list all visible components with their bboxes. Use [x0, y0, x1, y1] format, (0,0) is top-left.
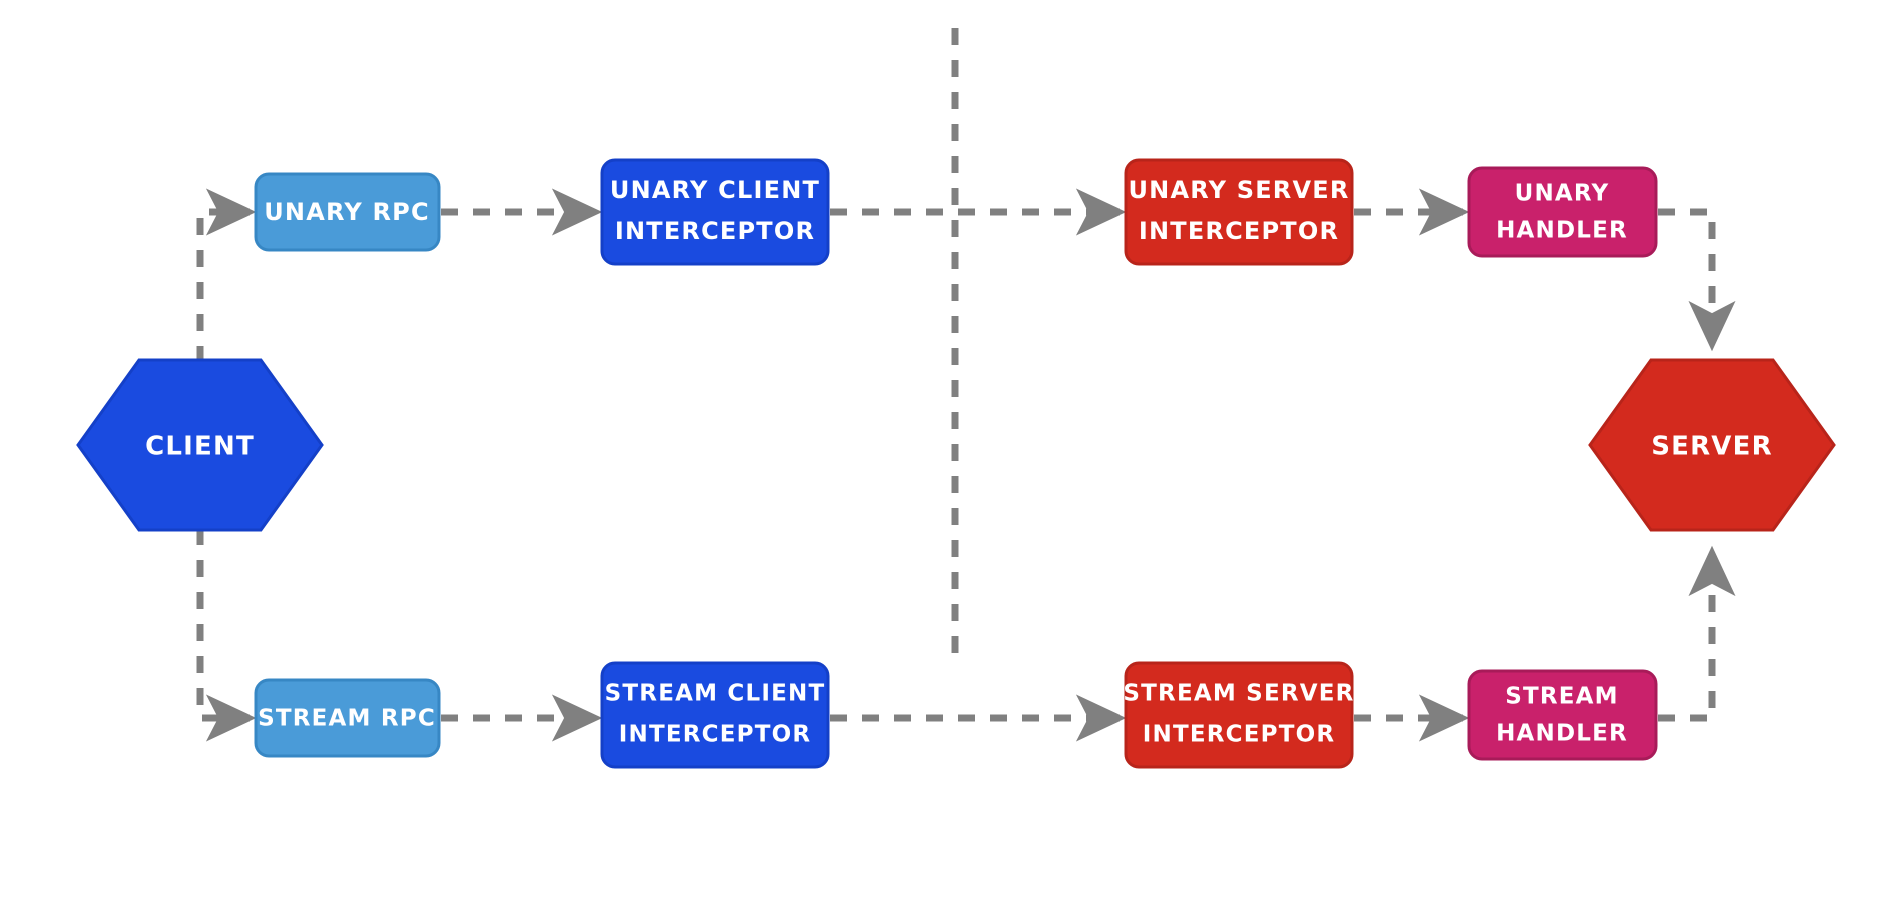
unary-handler-label-line2: HANDLER: [1496, 218, 1628, 244]
unary-client-interceptor-label-line1: UNARY CLIENT: [610, 176, 820, 204]
server-label: SERVER: [1651, 432, 1773, 462]
node-stream-rpc[interactable]: STREAM RPC: [254, 678, 441, 758]
node-stream-server-interceptor[interactable]: STREAM SERVER INTERCEPTOR: [1123, 661, 1354, 769]
stream-handler-label-line1: STREAM: [1505, 684, 1619, 710]
node-stream-client-interceptor[interactable]: STREAM CLIENT INTERCEPTOR: [600, 661, 830, 769]
unary-client-interceptor-label-line2: INTERCEPTOR: [615, 217, 815, 245]
node-layer: CLIENT SERVER UNARY RPC UNARY CLIENT INT…: [76, 158, 1836, 769]
unary-handler-label-line1: UNARY: [1515, 181, 1610, 207]
stream-rpc-label: STREAM RPC: [258, 706, 436, 732]
node-unary-handler[interactable]: UNARY HANDLER: [1467, 166, 1658, 258]
stream-client-interceptor-shape: [600, 661, 830, 769]
stream-server-interceptor-label-line1: STREAM SERVER: [1123, 681, 1354, 707]
stream-server-interceptor-shape: [1124, 661, 1354, 769]
node-unary-rpc[interactable]: UNARY RPC: [254, 172, 441, 252]
node-unary-server-interceptor[interactable]: UNARY SERVER INTERCEPTOR: [1124, 158, 1354, 266]
diagram-canvas: CLIENT SERVER UNARY RPC UNARY CLIENT INT…: [0, 0, 1898, 900]
client-label: CLIENT: [145, 432, 255, 462]
stream-handler-label-line2: HANDLER: [1496, 721, 1628, 747]
stream-server-interceptor-label-line2: INTERCEPTOR: [1143, 722, 1336, 748]
unary-server-interceptor-label-line1: UNARY SERVER: [1128, 176, 1349, 204]
unary-server-interceptor-label-line2: INTERCEPTOR: [1139, 217, 1339, 245]
node-stream-handler[interactable]: STREAM HANDLER: [1467, 669, 1658, 761]
unary-rpc-label: UNARY RPC: [264, 198, 430, 226]
node-unary-client-interceptor[interactable]: UNARY CLIENT INTERCEPTOR: [600, 158, 830, 266]
node-client[interactable]: CLIENT: [76, 358, 324, 532]
stream-client-interceptor-label-line1: STREAM CLIENT: [605, 681, 826, 707]
node-server[interactable]: SERVER: [1588, 358, 1836, 532]
stream-client-interceptor-label-line2: INTERCEPTOR: [619, 722, 812, 748]
